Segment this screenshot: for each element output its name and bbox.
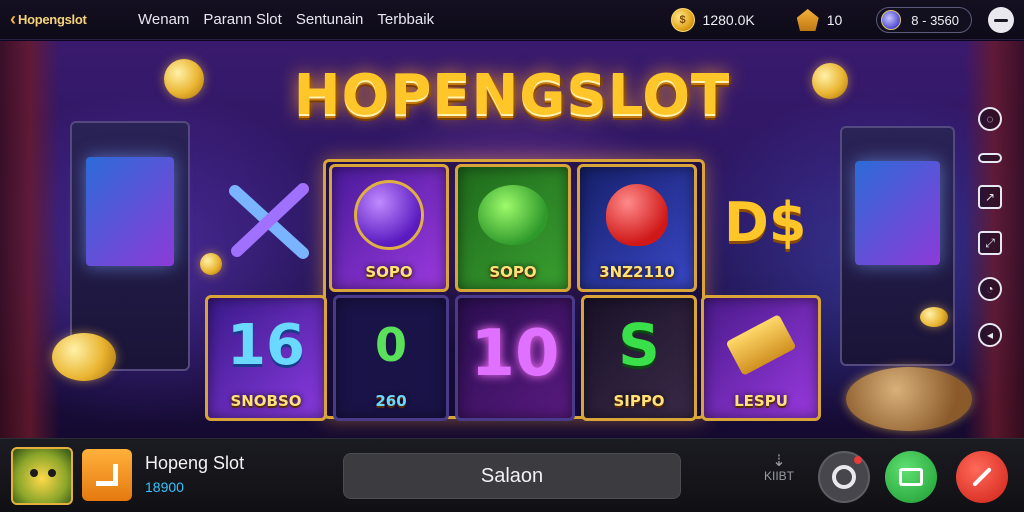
tile-symbol: 16 bbox=[227, 312, 305, 378]
nav-item-terbaik[interactable]: Terbbaik bbox=[377, 11, 434, 28]
bag-icon[interactable] bbox=[796, 9, 819, 31]
top-bar: ‹ Hopengslot Wenam Parann Slot Sentunain… bbox=[0, 0, 1024, 40]
game-stage: HOPENGSLOT D$ SOPO SOPO 3NZ2110 16 SNOBS… bbox=[0, 41, 1024, 438]
game-logo-title: HOPENGSLOT bbox=[293, 63, 731, 128]
heart-icon bbox=[606, 184, 668, 246]
tile-symbol: 0 bbox=[374, 318, 407, 372]
top-nav: Wenam Parann Slot Sentunain Terbbaik bbox=[138, 11, 434, 28]
app-icon[interactable] bbox=[82, 449, 132, 501]
brand-name: Hopengslot bbox=[18, 12, 87, 27]
settings-button[interactable] bbox=[818, 451, 870, 503]
window-icon bbox=[899, 468, 923, 486]
game-score: 18900 bbox=[145, 479, 184, 495]
slot-tile[interactable]: LESPU bbox=[701, 295, 821, 421]
tile-label: SIPPO bbox=[613, 392, 665, 410]
coin-decoration bbox=[846, 367, 972, 431]
coin-balance: 1280.0K bbox=[702, 12, 755, 28]
gear-icon bbox=[832, 465, 856, 489]
nav-item-sentunain[interactable]: Sentunain bbox=[296, 11, 364, 28]
coin-decoration bbox=[52, 333, 116, 381]
creature-icon bbox=[478, 185, 548, 245]
wallet-area: $ 1280.0K 10 8 - 3560 bbox=[670, 0, 1014, 40]
pencil-icon bbox=[972, 467, 992, 487]
coin-icon: $ bbox=[670, 8, 695, 32]
message-icon[interactable]: ◔ bbox=[978, 277, 1002, 301]
chat-icon[interactable]: ◌ bbox=[978, 107, 1002, 131]
tile-label: SNOBSO bbox=[230, 392, 302, 410]
side-toolbar: ◌ ↗ ⤢ ◔ ◂ bbox=[970, 101, 1010, 431]
gem-balance: 8 - 3560 bbox=[911, 12, 959, 28]
game-avatar[interactable] bbox=[11, 447, 73, 505]
slot-tile[interactable]: 3NZ2110 bbox=[577, 164, 697, 292]
slot-tile[interactable]: 0 260 bbox=[333, 295, 449, 421]
tile-label: SOPO bbox=[489, 263, 537, 281]
download-label: KIIBT bbox=[763, 469, 794, 483]
share-icon[interactable]: ↗ bbox=[978, 185, 1002, 209]
expand-icon[interactable]: ⤢ bbox=[978, 231, 1002, 255]
slot-tile[interactable]: S SIPPO bbox=[581, 295, 697, 421]
tile-symbol: S bbox=[618, 311, 660, 379]
green-button[interactable] bbox=[885, 451, 937, 503]
download-button[interactable]: ⇣ KIIBT bbox=[762, 453, 796, 499]
gem-icon bbox=[881, 10, 902, 30]
coin-decoration bbox=[920, 307, 948, 327]
menu-icon[interactable] bbox=[988, 7, 1014, 33]
download-icon: ⇣ bbox=[772, 453, 786, 470]
ticket-icon bbox=[725, 314, 797, 376]
tile-label: LESPU bbox=[734, 392, 788, 410]
arcade-cabinet-right bbox=[840, 126, 955, 366]
bag-count: 10 bbox=[826, 12, 843, 28]
brand-logo[interactable]: ‹ Hopengslot bbox=[10, 9, 120, 30]
game-name: Hopeng Slot bbox=[145, 453, 245, 473]
orb-icon bbox=[354, 180, 424, 250]
slot-reels: SOPO SOPO 3NZ2110 16 SNOBSO 0 260 10 S S… bbox=[205, 159, 823, 438]
tile-label: 260 bbox=[375, 392, 407, 410]
slot-tile[interactable]: SOPO bbox=[455, 164, 571, 292]
slot-tile[interactable]: SOPO bbox=[329, 164, 449, 292]
nav-item-home[interactable]: Wenam bbox=[138, 11, 189, 28]
minus-icon[interactable] bbox=[978, 153, 1002, 163]
back-icon[interactable]: ◂ bbox=[978, 323, 1002, 347]
notification-dot bbox=[854, 456, 862, 464]
gem-balance-pill[interactable]: 8 - 3560 bbox=[876, 7, 972, 33]
red-button[interactable] bbox=[956, 451, 1008, 503]
back-chevron-icon: ‹ bbox=[10, 9, 16, 29]
slot-tile[interactable]: 10 bbox=[455, 295, 575, 421]
bottom-bar: Hopeng Slot 18900 Salaon ⇣ KIIBT bbox=[0, 438, 1024, 512]
nav-item-slot[interactable]: Parann Slot bbox=[203, 11, 281, 28]
tile-label: SOPO bbox=[365, 263, 413, 281]
tile-label: 3NZ2110 bbox=[599, 263, 675, 281]
tile-symbol: 10 bbox=[470, 317, 560, 391]
slot-tile[interactable]: 16 SNOBSO bbox=[205, 295, 327, 421]
action-button[interactable]: Salaon bbox=[343, 453, 681, 499]
